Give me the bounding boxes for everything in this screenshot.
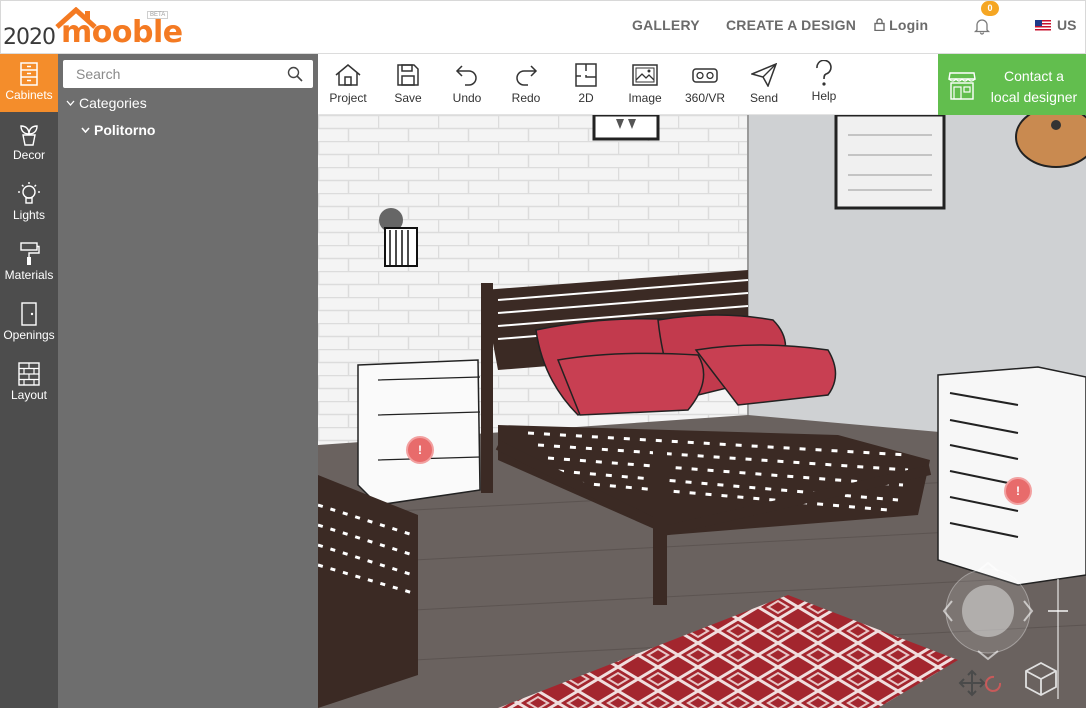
beta-badge: BETA	[147, 11, 169, 19]
view-2d-button[interactable]: 2D	[556, 54, 616, 115]
question-icon	[816, 60, 832, 86]
rail-label: Cabinets	[5, 88, 53, 102]
categories-label: Categories	[79, 95, 147, 111]
us-flag-icon[interactable]	[1035, 20, 1051, 31]
contact-designer-button[interactable]: Contact a local designer	[938, 54, 1086, 115]
top-header: 2020 mooble BETA GALLERY CREATE A DESIGN…	[0, 0, 1086, 54]
image-button[interactable]: Image	[615, 54, 675, 115]
tool-label: 2D	[578, 91, 594, 105]
move-icon[interactable]	[958, 667, 1006, 699]
hotspot-marker[interactable]: !	[1004, 477, 1032, 505]
3d-viewport[interactable]: ! !	[318, 115, 1086, 708]
lock-icon	[874, 18, 885, 32]
tool-label: Redo	[511, 91, 541, 105]
project-button[interactable]: Project	[318, 54, 378, 115]
undo-icon	[455, 65, 477, 86]
undo-button[interactable]: Undo	[437, 54, 497, 115]
rail-label: Materials	[4, 268, 54, 282]
category-label: Politorno	[94, 122, 156, 138]
chevron-down-icon	[81, 127, 90, 134]
bulb-icon	[18, 182, 40, 204]
save-button[interactable]: Save	[378, 54, 438, 115]
categories-toggle[interactable]: Categories	[66, 95, 147, 111]
vr-headset-icon	[692, 68, 718, 83]
nav-create-design-link[interactable]: CREATE A DESIGN	[726, 17, 856, 33]
rail-item-materials[interactable]: Materials	[0, 234, 58, 292]
tool-label: Image	[628, 91, 662, 105]
plant-icon	[20, 125, 38, 146]
send-button[interactable]: Send	[734, 54, 794, 115]
door-icon	[21, 302, 37, 326]
rail-item-lights[interactable]: Lights	[0, 174, 58, 232]
category-rail: Cabinets Decor Lights Materials Openings…	[0, 54, 58, 708]
bell-icon[interactable]	[973, 17, 991, 35]
nav-gallery-link[interactable]: GALLERY	[632, 17, 700, 33]
rail-label: Layout	[10, 388, 48, 402]
redo-icon	[516, 65, 538, 86]
3d-cube-icon[interactable]	[1024, 661, 1058, 697]
logo-brand: mooble	[61, 15, 183, 50]
help-button[interactable]: Help	[794, 54, 854, 115]
contact-label: Contact a local designer	[986, 66, 1082, 108]
tool-label: 360/VR	[684, 91, 726, 105]
floppy-icon	[397, 64, 419, 86]
rail-label: Decor	[12, 148, 45, 162]
tool-label: Help	[811, 89, 837, 103]
rail-item-cabinets[interactable]: Cabinets	[0, 54, 58, 112]
rail-item-decor[interactable]: Decor	[0, 114, 58, 172]
redo-button[interactable]: Redo	[496, 54, 556, 115]
app-logo[interactable]: 2020 mooble BETA	[3, 7, 183, 51]
search-input[interactable]: Search	[63, 60, 313, 88]
storefront-icon	[948, 72, 976, 100]
login-label: Login	[889, 17, 929, 33]
hotspot-marker[interactable]: !	[406, 436, 434, 464]
tool-label: Undo	[452, 91, 482, 105]
brick-wall-icon	[18, 362, 40, 386]
floorplan-2d-icon	[575, 63, 597, 87]
tool-label: Send	[749, 91, 779, 105]
catalog-panel: Search Categories Politorno	[58, 54, 318, 708]
rail-label: Lights	[12, 208, 46, 222]
rail-item-openings[interactable]: Openings	[0, 294, 58, 352]
category-item-politorno[interactable]: Politorno	[81, 122, 155, 138]
tool-label: Save	[394, 91, 422, 105]
logo-number: 2020	[3, 25, 56, 50]
rail-label: Openings	[3, 328, 55, 342]
home-icon	[335, 64, 361, 86]
image-icon	[632, 64, 658, 86]
cabinet-icon	[20, 62, 38, 86]
main-toolbar: Project Save Undo Redo 2D Image 360/VR S…	[318, 54, 938, 115]
search-placeholder: Search	[76, 66, 121, 82]
rail-item-layout[interactable]: Layout	[0, 354, 58, 412]
contact-line-1: Contact a	[1004, 68, 1064, 84]
region-label[interactable]: US	[1057, 17, 1076, 33]
tool-label: Project	[329, 91, 367, 105]
notification-badge: 0	[981, 1, 999, 16]
search-icon[interactable]	[287, 66, 303, 82]
chevron-down-icon	[66, 100, 75, 106]
paper-plane-icon	[751, 63, 777, 87]
paint-roller-icon	[20, 242, 40, 265]
nav-login-link[interactable]: Login	[874, 17, 928, 33]
contact-line-2: local designer	[990, 89, 1078, 105]
vr-button[interactable]: 360/VR	[675, 54, 735, 115]
